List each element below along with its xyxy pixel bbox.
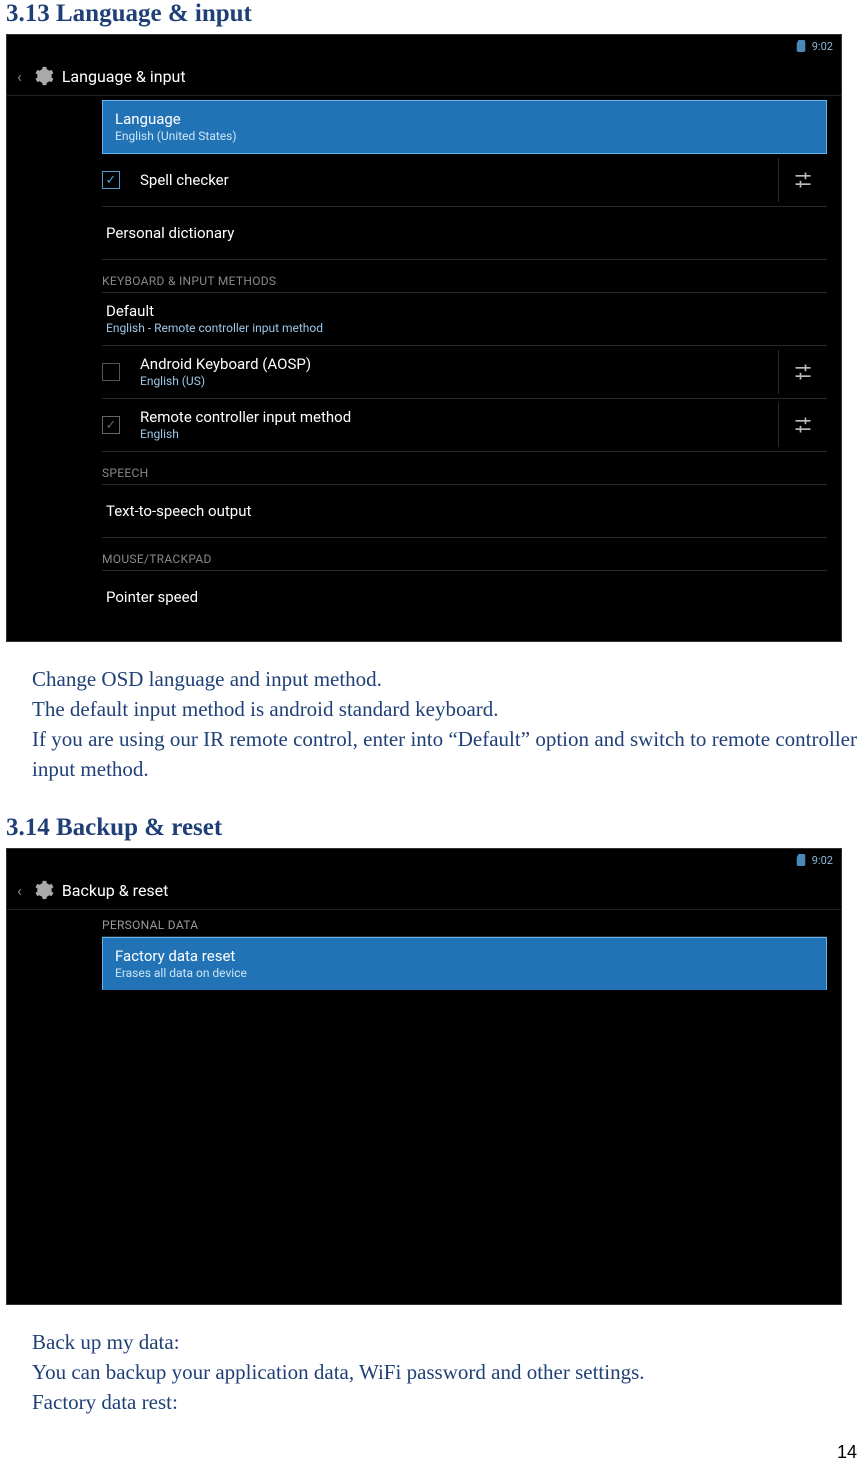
row-spell-checker[interactable]: ✓ Spell checker <box>102 154 827 207</box>
checkbox-spell-checker[interactable]: ✓ <box>102 171 120 189</box>
row-factory-sub: Erases all data on device <box>115 966 818 981</box>
row-language-sub: English (United States) <box>115 129 818 144</box>
row-remote-title: Remote controller input method <box>140 408 778 427</box>
row-default[interactable]: Default English - Remote controller inpu… <box>102 293 827 346</box>
checkbox-remote[interactable]: ✓ <box>102 416 120 434</box>
row-factory-reset[interactable]: Factory data reset Erases all data on de… <box>102 937 827 990</box>
status-bar-2: 9:02 <box>7 849 841 871</box>
row-aosp-sub: English (US) <box>140 374 778 389</box>
row-spell-title: Spell checker <box>140 171 778 190</box>
back-icon[interactable]: ‹ <box>17 67 22 86</box>
row-tts[interactable]: Text-to-speech output <box>102 485 827 538</box>
settings-icon[interactable] <box>793 362 813 382</box>
row-default-title: Default <box>106 302 827 321</box>
row-pointer[interactable]: Pointer speed <box>102 571 827 623</box>
status-time: 9:02 <box>812 40 833 53</box>
row-tts-title: Text-to-speech output <box>106 502 827 521</box>
status-time-2: 9:02 <box>812 854 833 867</box>
row-aosp-title: Android Keyboard (AOSP) <box>140 355 778 374</box>
body-text-1: Change OSD language and input method. Th… <box>32 664 857 784</box>
row-dict-title: Personal dictionary <box>106 224 827 243</box>
row-language[interactable]: Language English (United States) <box>102 100 827 154</box>
row-personal-dictionary[interactable]: Personal dictionary <box>102 207 827 260</box>
status-bar: 9:02 <box>7 35 841 57</box>
settings-icon[interactable] <box>793 170 813 190</box>
body-p1: Change OSD language and input method. <box>32 664 857 694</box>
page-number: 14 <box>837 1442 857 1463</box>
row-remote[interactable]: ✓ Remote controller input method English <box>102 399 827 452</box>
sim-icon <box>796 40 806 52</box>
title-bar-2[interactable]: ‹ Backup & reset <box>7 871 841 910</box>
cat-mouse: MOUSE/TRACKPAD <box>102 538 827 571</box>
row-pointer-title: Pointer speed <box>106 588 827 607</box>
cat-personal-data: PERSONAL DATA <box>102 914 827 937</box>
body-p3: If you are using our IR remote control, … <box>32 724 857 784</box>
title-bar[interactable]: ‹ Language & input <box>7 57 841 96</box>
row-default-sub: English - Remote controller input method <box>106 321 827 336</box>
gear-icon <box>32 65 54 87</box>
body-text-2: Back up my data: You can backup your app… <box>32 1327 857 1417</box>
row-language-title: Language <box>115 110 818 129</box>
heading-language-input: 3.13 Language & input <box>6 0 857 28</box>
body2-p3: Factory data rest: <box>32 1387 857 1417</box>
sim-icon <box>796 854 806 866</box>
settings-list: Language English (United States) ✓ Spell… <box>7 96 841 641</box>
row-factory-title: Factory data reset <box>115 947 818 966</box>
back-icon[interactable]: ‹ <box>17 881 22 900</box>
body-p2: The default input method is android stan… <box>32 694 857 724</box>
row-aosp[interactable]: Android Keyboard (AOSP) English (US) <box>102 346 827 399</box>
heading-backup-reset: 3.14 Backup & reset <box>6 814 857 842</box>
settings-list-2: PERSONAL DATA Factory data reset Erases … <box>7 910 841 1304</box>
row-remote-sub: English <box>140 427 778 442</box>
body2-p1: Back up my data: <box>32 1327 857 1357</box>
body2-p2: You can backup your application data, Wi… <box>32 1357 857 1387</box>
screen-title-2: Backup & reset <box>62 881 169 900</box>
cat-speech: SPEECH <box>102 452 827 485</box>
screenshot-language-input: 9:02 ‹ Language & input Language English… <box>6 34 842 642</box>
settings-icon[interactable] <box>793 415 813 435</box>
gear-icon <box>32 879 54 901</box>
cat-keyboard: KEYBOARD & INPUT METHODS <box>102 260 827 293</box>
screen-title: Language & input <box>62 67 186 86</box>
checkbox-aosp[interactable] <box>102 363 120 381</box>
screenshot-backup-reset: 9:02 ‹ Backup & reset PERSONAL DATA Fact… <box>6 848 842 1305</box>
